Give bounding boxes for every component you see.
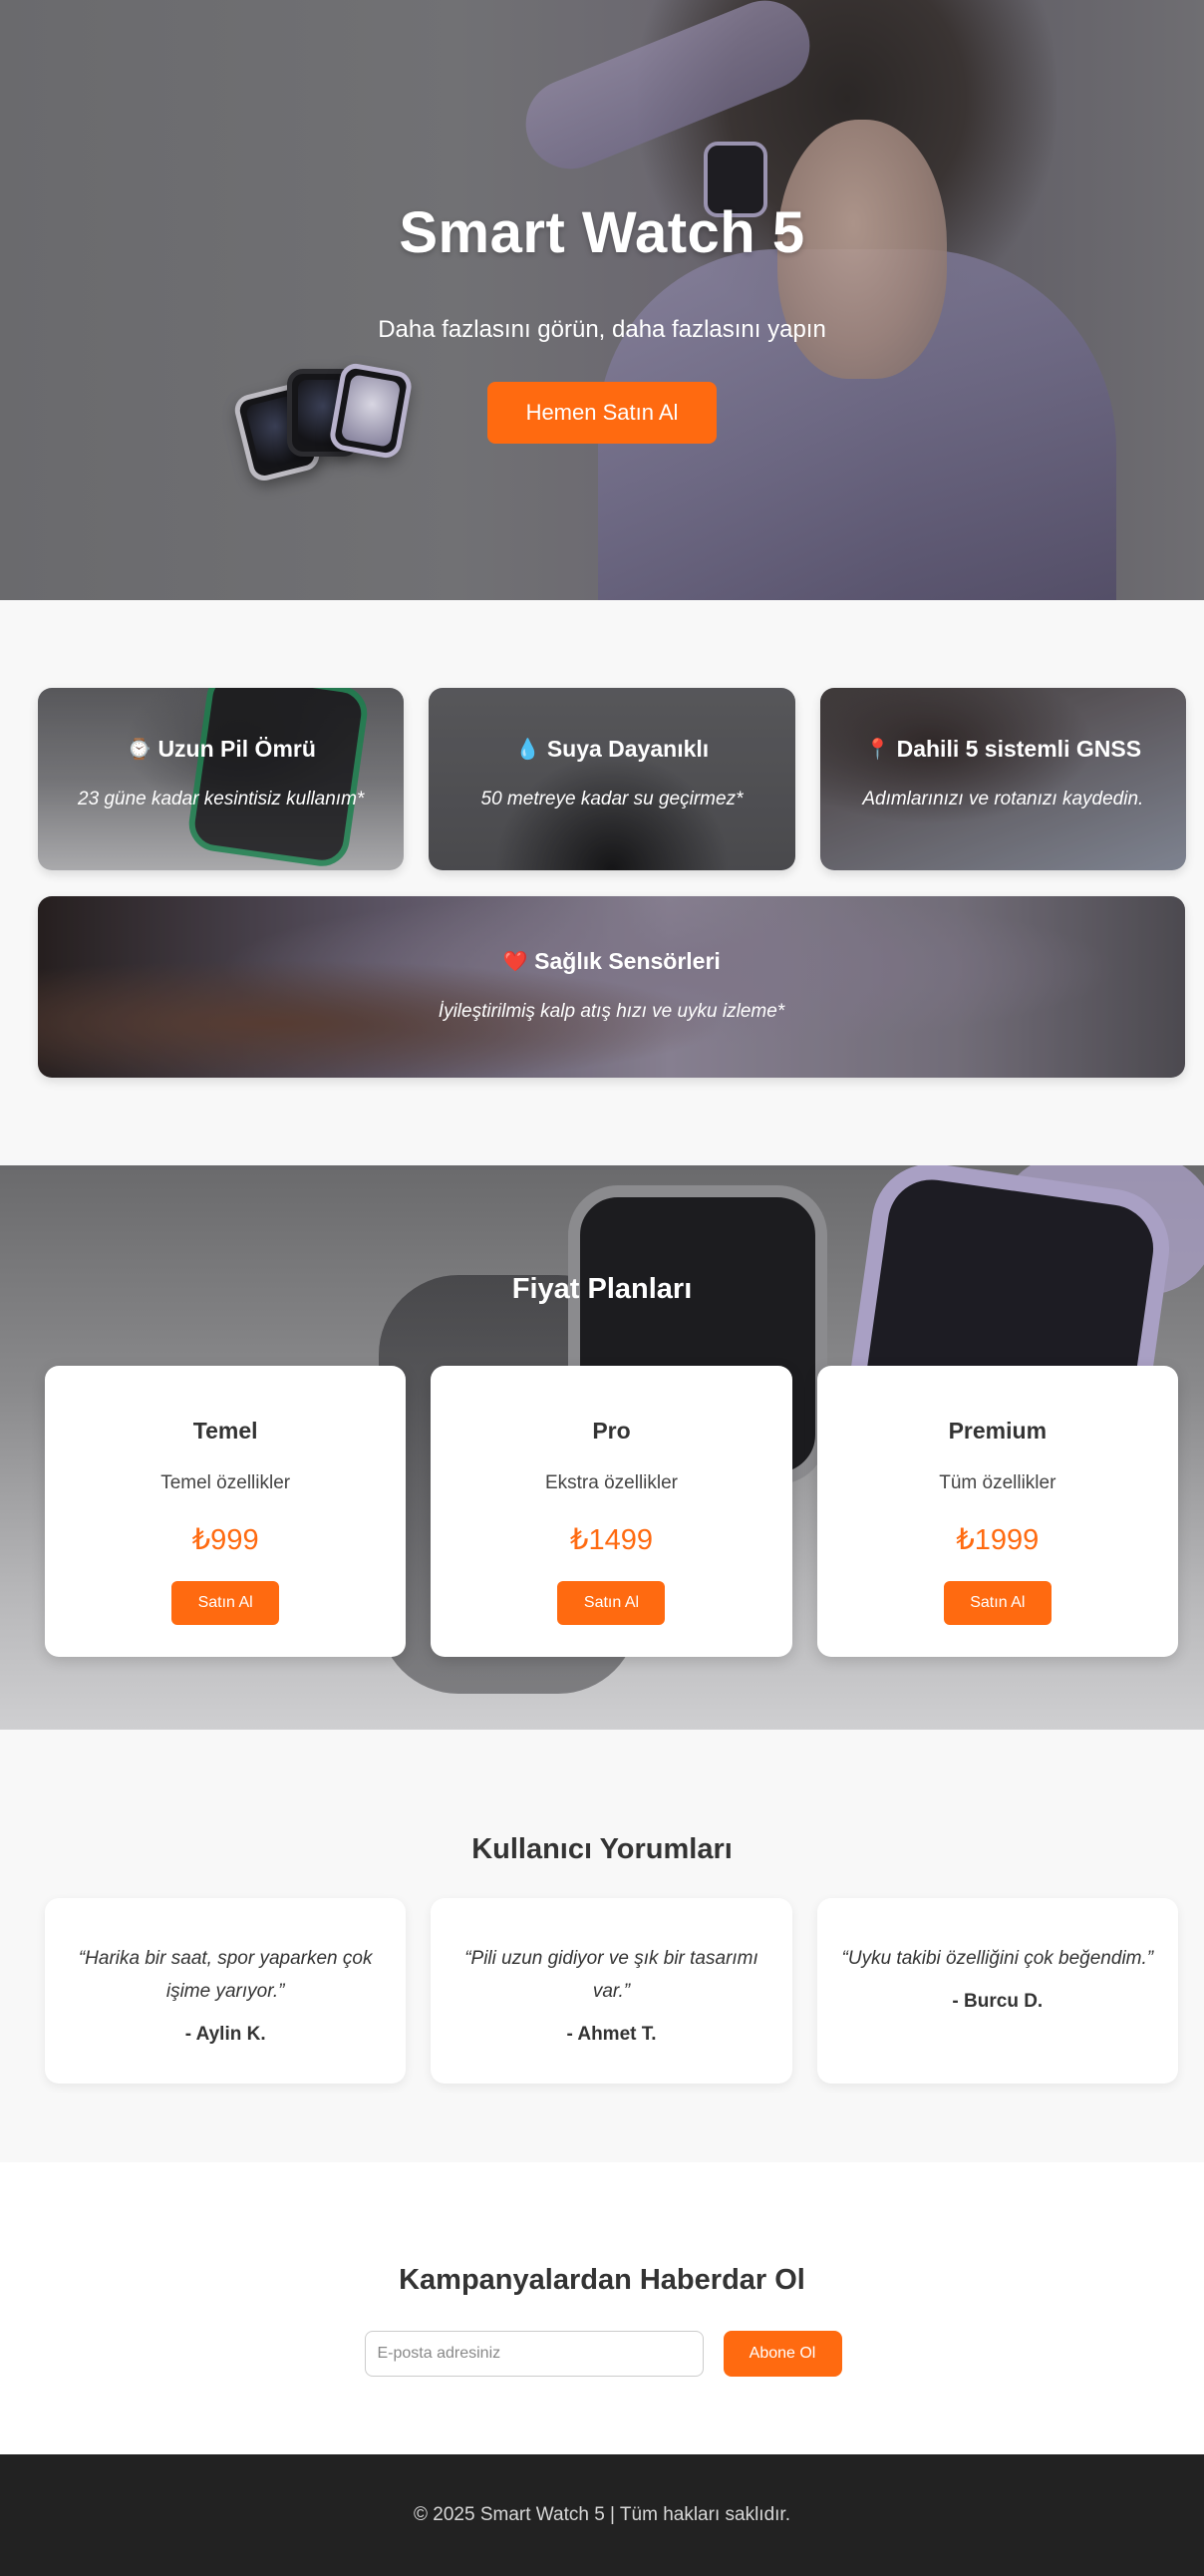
newsletter-form: Abone Ol [0,2331,1204,2377]
testimonial-quote: “Harika bir saat, spor yaparken çok işim… [78,1948,373,2002]
feature-card-water: 💧 Suya Dayanıklı 50 metreye kadar su geç… [429,688,795,870]
buy-pro-button[interactable]: Satın Al [557,1581,666,1625]
feature-title-text: Sağlık Sensörleri [534,948,721,974]
plan-description: Ekstra özellikler [544,1472,679,1493]
feature-card-gnss: 📍 Dahili 5 sistemli GNSS Adımlarınızı ve… [819,688,1186,870]
feature-title: ❤️ Sağlık Sensörleri [38,948,1185,975]
testimonials-title: Kullanıcı Yorumları [471,1833,733,1865]
plan-price: ₺999 [191,1524,259,1556]
plan-card-pro: Pro Ekstra özellikler ₺1499 Satın Al [431,1366,792,1657]
feature-description: 50 metreye kadar su geçirmez* [480,789,744,809]
testimonials-section: Kullanıcı Yorumları “Harika bir saat, sp… [0,1730,1204,2162]
plan-description: Temel özellikler [160,1472,291,1493]
plan-price: ₺1999 [956,1524,1040,1556]
buy-now-button[interactable]: Hemen Satın Al [487,382,717,444]
plan-card-premium: Premium Tüm özellikler ₺1999 Satın Al [816,1366,1178,1657]
testimonial-quote: “Uyku takibi özelliğini çok beğendim.” [841,1948,1154,1969]
hero-section: Smart Watch 5 Daha fazlasını görün, daha… [0,0,1204,600]
testimonials-row: “Harika bir saat, spor yaparken çok işim… [0,1898,1204,2084]
plan-description: Tüm özellikler [939,1472,1056,1493]
hero-subtitle: Daha fazlasını görün, daha fazlasını yap… [378,316,826,343]
copyright-text: © 2025 Smart Watch 5 | Tüm hakları saklı… [414,2504,790,2525]
footer: © 2025 Smart Watch 5 | Tüm hakları saklı… [0,2454,1204,2576]
plan-name: Pro [592,1418,631,1444]
newsletter-title: Kampanyalardan Haberdar Ol [399,2264,805,2296]
feature-description: 23 güne kadar kesintisiz kullanım* [78,789,365,809]
feature-title-text: Uzun Pil Ömrü [157,736,316,762]
buy-basic-button[interactable]: Satın Al [171,1581,280,1625]
testimonial-author: - Aylin K. [184,2024,266,2045]
feature-title: ⌚ Uzun Pil Ömrü [38,736,404,763]
testimonial-card: “Harika bir saat, spor yaparken çok işim… [45,1898,407,2084]
plan-card-basic: Temel Temel özellikler ₺999 Satın Al [45,1366,407,1657]
water-drop-icon: 💧 [515,738,541,761]
testimonial-card: “Pili uzun gidiyor ve şık bir tasarımı v… [431,1898,792,2084]
location-pin-icon: 📍 [865,738,891,761]
testimonial-quote: “Pili uzun gidiyor ve şık bir tasarımı v… [464,1948,758,2002]
heart-icon: ❤️ [502,950,528,973]
hero-title: Smart Watch 5 [399,200,805,265]
plan-name: Temel [192,1418,258,1444]
pricing-title: Fiyat Planları [511,1273,693,1305]
testimonial-card: “Uyku takibi özelliğini çok beğendim.” -… [816,1898,1178,2084]
feature-title-text: Dahili 5 sistemli GNSS [896,736,1142,762]
feature-title-text: Suya Dayanıklı [546,736,710,762]
feature-title: 📍 Dahili 5 sistemli GNSS [820,736,1186,763]
subscribe-button[interactable]: Abone Ol [723,2331,842,2377]
email-input[interactable] [364,2331,704,2377]
features-section: ⌚ Uzun Pil Ömrü 23 güne kadar kesintisiz… [0,600,1204,1165]
buy-premium-button[interactable]: Satın Al [943,1581,1052,1625]
plan-name: Premium [948,1418,1048,1444]
plan-price: ₺1499 [570,1524,653,1556]
feature-description: Adımlarınızı ve rotanızı kaydedin. [862,789,1144,809]
feature-card-health: ❤️ Sağlık Sensörleri İyileştirilmiş kalp… [38,896,1185,1078]
feature-card-battery: ⌚ Uzun Pil Ömrü 23 güne kadar kesintisiz… [38,688,405,870]
hero-content: Smart Watch 5 Daha fazlasını görün, daha… [0,199,1204,444]
newsletter-section: Kampanyalardan Haberdar Ol Abone Ol [0,2162,1204,2454]
feature-description: İyileştirilmiş kalp atış hızı ve uyku iz… [438,1001,785,1022]
testimonial-author: - Burcu D. [952,1991,1044,2012]
feature-title: 💧 Suya Dayanıklı [429,736,794,763]
pricing-plans: Temel Temel özellikler ₺999 Satın Al Pro… [0,1366,1204,1657]
testimonial-author: - Ahmet T. [566,2024,657,2045]
watch-icon: ⌚ [126,738,151,761]
features-row: ⌚ Uzun Pil Ömrü 23 güne kadar kesintisiz… [38,688,1186,870]
pricing-section: Fiyat Planları Temel Temel özellikler ₺9… [0,1165,1204,1730]
